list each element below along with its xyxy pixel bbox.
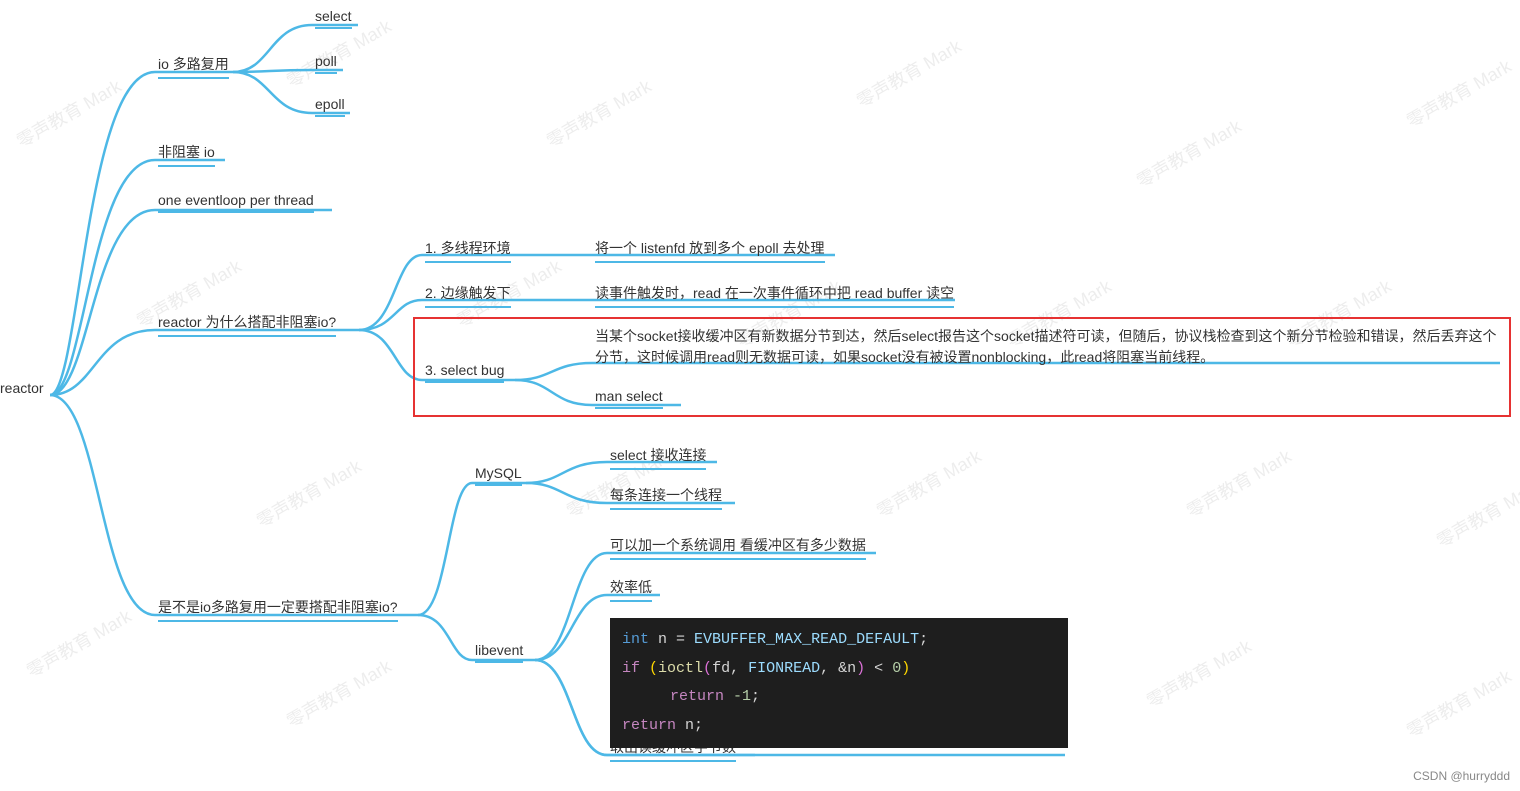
code-token: & [838, 660, 847, 677]
code-token: ) [856, 660, 865, 677]
code-token: -1 [733, 688, 751, 705]
code-token: n [847, 660, 856, 677]
code-token: , [730, 660, 748, 677]
node-why-nonblocking: reactor 为什么搭配非阻塞io? [158, 312, 336, 337]
code-token: return [622, 717, 685, 734]
code-token: FIONREAD [748, 660, 820, 677]
code-snippet-libevent: int n = EVBUFFER_MAX_READ_DEFAULT; if (i… [610, 618, 1068, 748]
node-nonblocking-io: 非阻塞 io [158, 142, 215, 167]
watermark: 零声教育 Mark [1181, 442, 1295, 523]
code-token: EVBUFFER_MAX_READ_DEFAULT [685, 631, 919, 648]
watermark: 零声教育 Mark [1401, 662, 1515, 743]
node-libevent: libevent [475, 642, 523, 663]
code-token: n [649, 631, 676, 648]
watermark: 零声教育 Mark [1141, 632, 1255, 713]
watermark: 零声教育 Mark [541, 72, 655, 153]
code-token: ( [703, 660, 712, 677]
node-mysql: MySQL [475, 465, 522, 486]
highlight-select-bug [413, 317, 1511, 417]
leaf-read-buffer: 读事件触发时，read 在一次事件循环中把 read buffer 读空 [595, 283, 954, 308]
code-token: ; [919, 631, 928, 648]
node-epoll: epoll [315, 96, 345, 117]
leaf-listenfd-epoll: 将一个 listenfd 放到多个 epoll 去处理 [595, 238, 825, 263]
code-token: ( [649, 660, 658, 677]
leaf-mysql-thread: 每条连接一个线程 [610, 485, 722, 510]
code-token: 0 [892, 660, 901, 677]
node-poll: poll [315, 53, 337, 74]
watermark: 零声教育 Mark [1131, 112, 1245, 193]
watermark: 零声教育 Mark [1401, 52, 1515, 133]
node-select: select [315, 8, 352, 29]
leaf-mysql-select: select 接收连接 [610, 445, 706, 470]
code-token: , [820, 660, 838, 677]
watermark: 零声教育 Mark [1431, 472, 1520, 553]
leaf-low-efficiency: 效率低 [610, 577, 652, 602]
watermark: 零声教育 Mark [21, 602, 135, 683]
code-token: int [622, 631, 649, 648]
root-node: reactor [0, 380, 44, 399]
code-token: < [865, 660, 892, 677]
code-token: fd [712, 660, 730, 677]
node-multithread-env: 1. 多线程环境 [425, 238, 511, 263]
watermark: 零声教育 Mark [851, 32, 965, 113]
code-token: ; [751, 688, 760, 705]
code-token: if [622, 660, 649, 677]
node-one-eventloop: one eventloop per thread [158, 192, 314, 213]
node-io-multiplex: io 多路复用 [158, 54, 229, 79]
node-edge-trigger: 2. 边缘触发下 [425, 283, 511, 308]
code-token: ) [901, 660, 910, 677]
watermark: 零声教育 Mark [11, 72, 125, 153]
watermark: 零声教育 Mark [251, 452, 365, 533]
code-token: n [685, 717, 694, 734]
code-token: ; [694, 717, 703, 734]
code-token: ioctl [658, 660, 703, 677]
code-token: return [670, 688, 733, 705]
leaf-syscall-buffer: 可以加一个系统调用 看缓冲区有多少数据 [610, 535, 866, 560]
credit-text: CSDN @hurryddd [1413, 769, 1510, 783]
node-must-nonblocking: 是不是io多路复用一定要搭配非阻塞io? [158, 597, 398, 622]
watermark: 零声教育 Mark [281, 652, 395, 733]
watermark: 零声教育 Mark [871, 442, 985, 523]
code-token: = [676, 631, 685, 648]
